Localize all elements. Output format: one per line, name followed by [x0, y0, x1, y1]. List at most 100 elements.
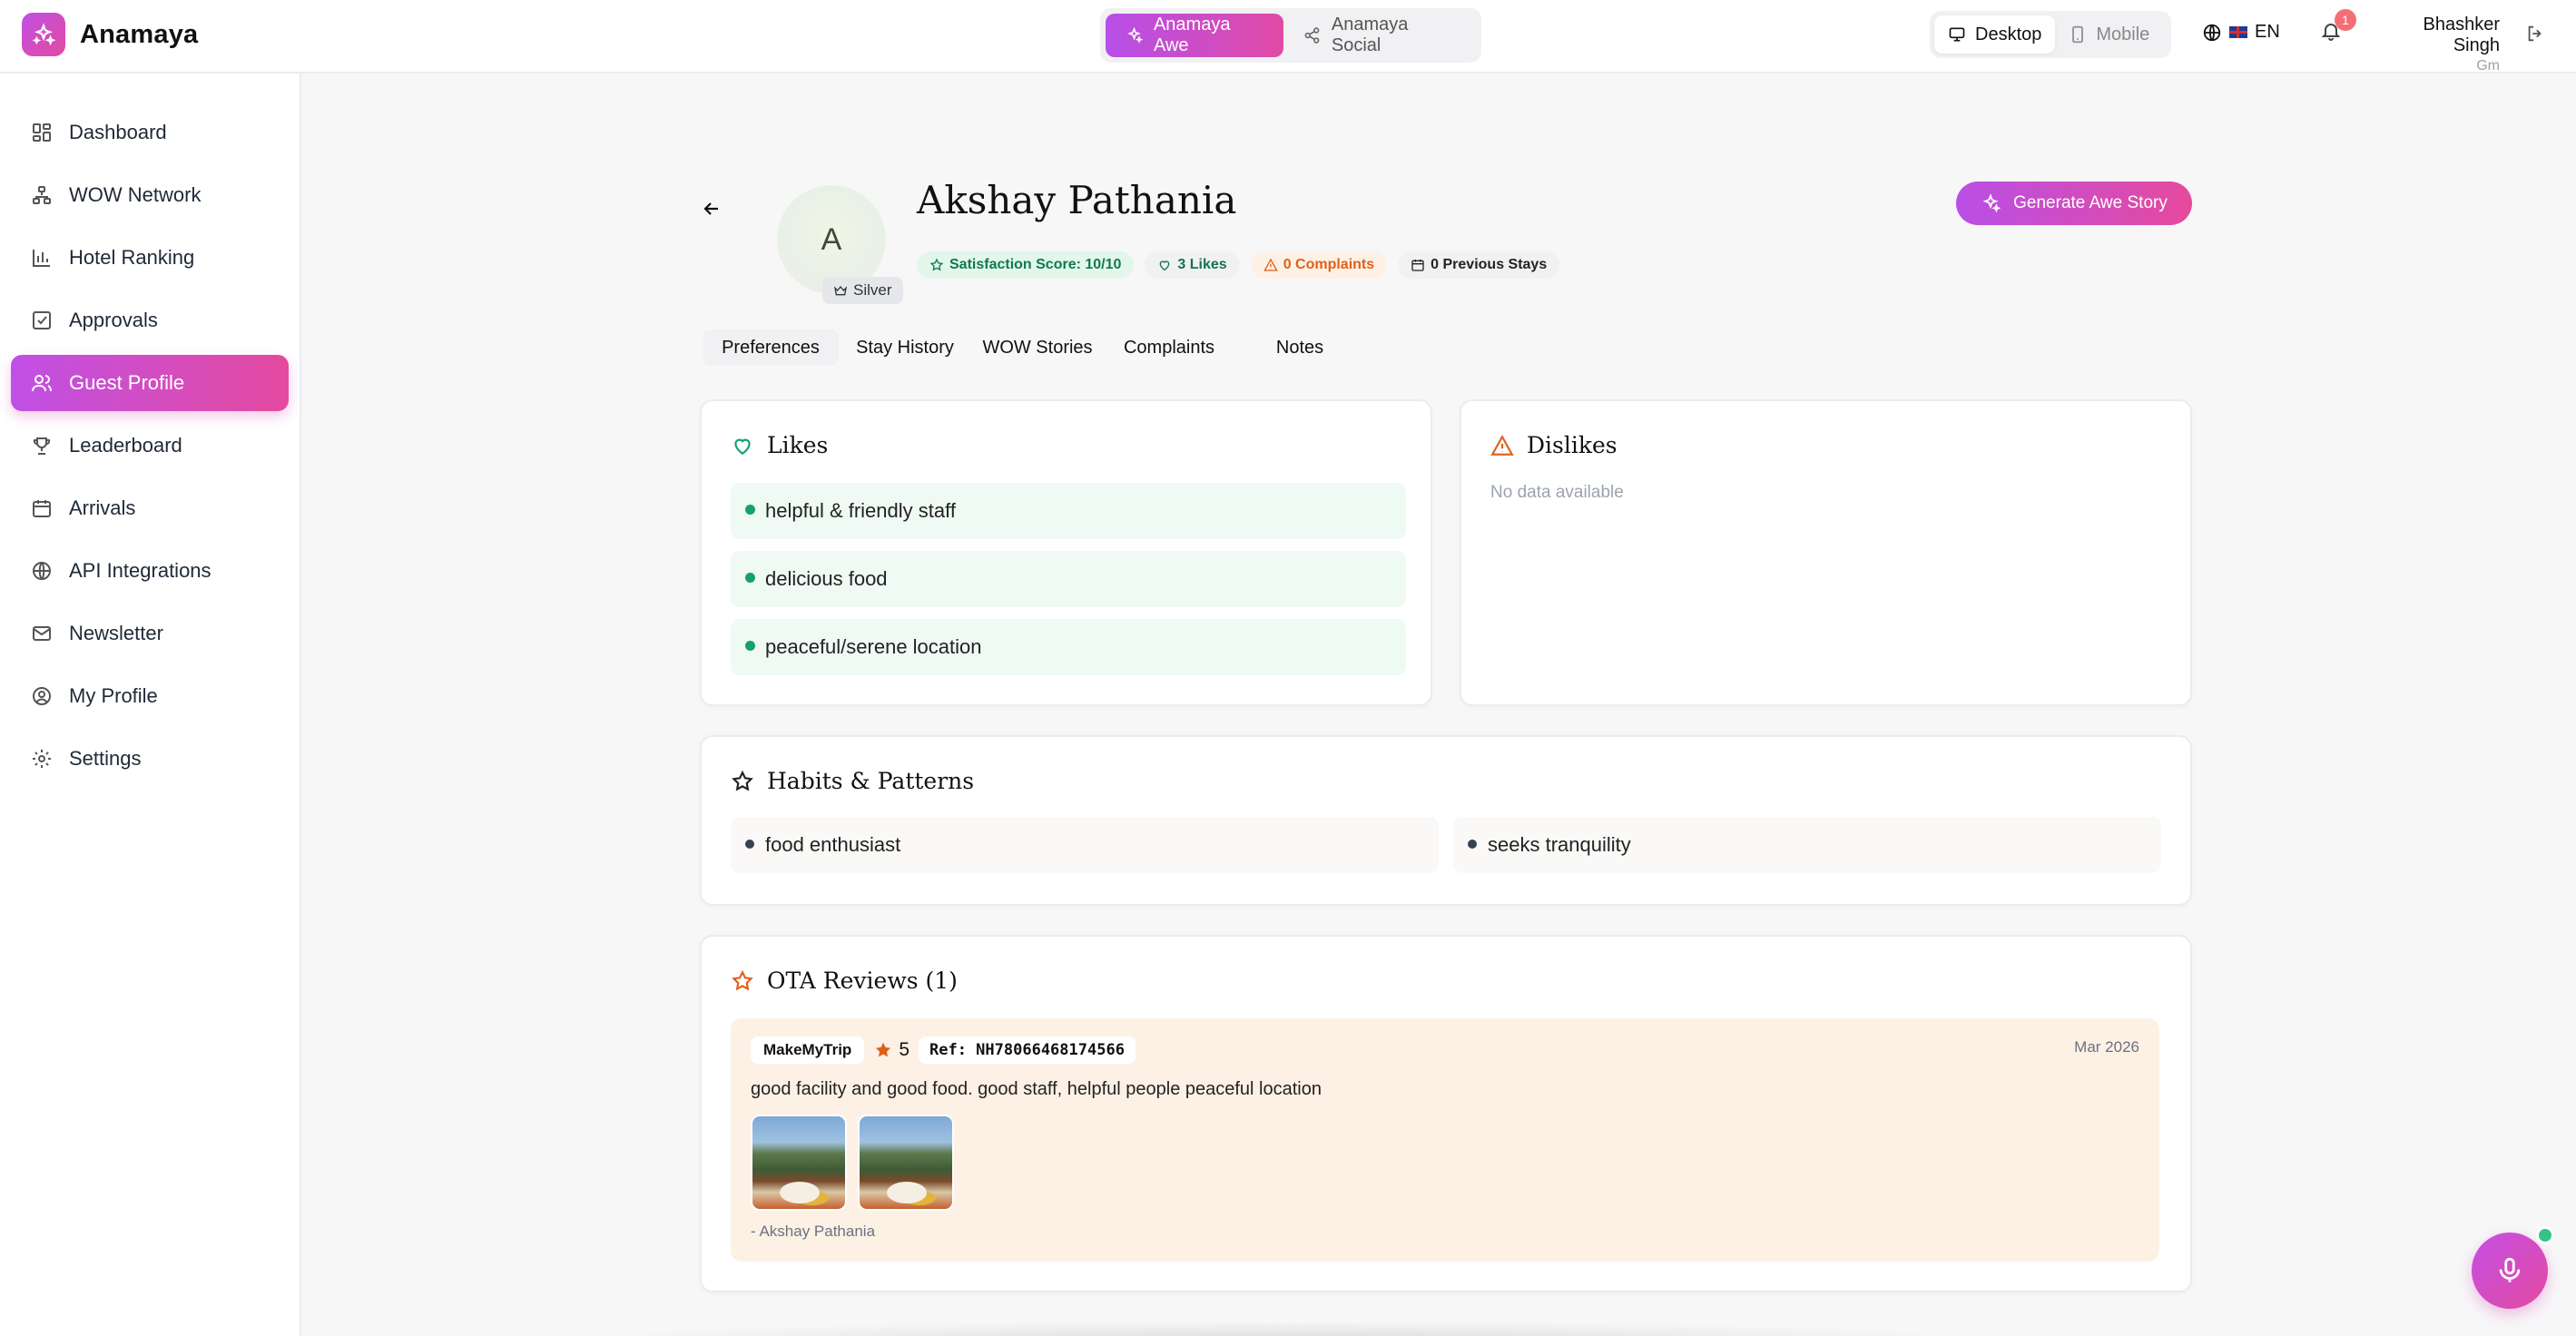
- sidebar-item-arrivals[interactable]: Arrivals: [11, 480, 289, 536]
- likes-title: Likes: [731, 432, 828, 458]
- uk-flag-icon: [2229, 26, 2247, 38]
- sidebar-item-label: Approvals: [69, 309, 158, 331]
- dislikes-card: Dislikes No data available: [1460, 399, 2192, 706]
- warning-icon: [1263, 258, 1278, 271]
- reviews-title: OTA Reviews (1): [731, 968, 958, 994]
- complaints-text: 0 Complaints: [1283, 257, 1375, 272]
- review-source: MakeMyTrip: [751, 1036, 865, 1064]
- review-item: MakeMyTrip 5 Ref: NH78066468174566 Mar 2…: [731, 1018, 2159, 1262]
- sidebar-item-settings[interactable]: Settings: [11, 731, 289, 787]
- list-item: seeks tranquility: [1453, 817, 2161, 873]
- bullet-dot: [745, 840, 754, 849]
- logout-icon[interactable]: [2525, 24, 2545, 48]
- sidebar-item-hotel-ranking[interactable]: Hotel Ranking: [11, 230, 289, 286]
- mode-anamaya-social-button[interactable]: Anamaya Social: [1283, 14, 1476, 57]
- voice-assistant-button[interactable]: [2472, 1233, 2548, 1309]
- review-header: MakeMyTrip 5 Ref: NH78066468174566: [751, 1036, 1136, 1064]
- sidebar-item-label: Settings: [69, 747, 142, 770]
- sidebar-item-label: API Integrations: [69, 559, 211, 582]
- globe-icon: [2203, 24, 2221, 41]
- language-selector[interactable]: EN: [2202, 22, 2280, 43]
- brand[interactable]: Anamaya: [22, 13, 198, 56]
- review-author: - Akshay Pathania: [751, 1223, 876, 1240]
- dislikes-title: Dislikes: [1490, 432, 1617, 458]
- heart-icon: [1160, 260, 1170, 271]
- top-header: Anamaya Anamaya Awe Anamaya Social Deskt…: [0, 0, 2576, 74]
- habit-text: food enthusiast: [765, 833, 901, 856]
- review-text: good facility and good food. good staff,…: [751, 1079, 1322, 1099]
- complaints-badge: 0 Complaints: [1250, 251, 1388, 279]
- review-photo-thumbnail[interactable]: [858, 1115, 954, 1211]
- list-item: helpful & friendly staff: [731, 483, 1406, 539]
- sidebar-item-my-profile[interactable]: My Profile: [11, 668, 289, 724]
- mail-icon: [33, 626, 51, 641]
- sidebar-item-label: Newsletter: [69, 622, 163, 644]
- dashboard-icon: [33, 123, 51, 142]
- generate-label: Generate Awe Story: [2013, 193, 2168, 212]
- ota-reviews-card: OTA Reviews (1) MakeMyTrip 5 Ref: NH7806…: [700, 935, 2192, 1292]
- stays-text: 0 Previous Stays: [1431, 257, 1548, 272]
- trophy-icon: [33, 437, 51, 455]
- tab-preferences[interactable]: Preferences: [703, 329, 839, 366]
- notification-badge: 1: [2335, 9, 2356, 31]
- calendar-icon: [1411, 260, 1424, 271]
- sidebar: Dashboard WOW Network Hotel Ranking Appr…: [0, 74, 301, 1336]
- user-name: Bhashker Singh: [2423, 15, 2501, 55]
- review-rating: 5: [873, 1039, 909, 1061]
- avatar-initial: A: [821, 221, 842, 257]
- device-desktop-button[interactable]: Desktop: [1934, 15, 2056, 54]
- list-item: peaceful/serene location: [731, 619, 1406, 675]
- user-menu[interactable]: Bhashker Singh Gm: [2373, 15, 2501, 74]
- sidebar-item-approvals[interactable]: Approvals: [11, 292, 289, 349]
- calendar-icon: [33, 500, 51, 517]
- tab-stay-history[interactable]: Stay History: [839, 329, 971, 366]
- sidebar-item-leaderboard[interactable]: Leaderboard: [11, 418, 289, 474]
- device-label: Mobile: [2096, 24, 2150, 44]
- mode-switch: Anamaya Awe Anamaya Social: [1100, 8, 1481, 63]
- bar-chart-icon: [33, 250, 50, 267]
- network-icon: [33, 186, 51, 204]
- warning-icon: [1490, 434, 1514, 456]
- sidebar-item-guest-profile[interactable]: Guest Profile: [11, 355, 289, 411]
- stays-badge: 0 Previous Stays: [1398, 251, 1560, 279]
- tier-label: Silver: [853, 281, 892, 299]
- sidebar-item-label: My Profile: [69, 684, 158, 707]
- device-label: Desktop: [1975, 24, 2042, 44]
- sidebar-item-newsletter[interactable]: Newsletter: [11, 605, 289, 662]
- mode-anamaya-awe-button[interactable]: Anamaya Awe: [1106, 14, 1283, 57]
- list-item: food enthusiast: [731, 817, 1439, 873]
- star-icon: [732, 969, 753, 991]
- rating-value: 5: [899, 1039, 909, 1060]
- tier-badge: Silver: [822, 277, 903, 304]
- satisfaction-badge: Satisfaction Score: 10/10: [917, 251, 1135, 279]
- sparkles-icon: [22, 13, 65, 56]
- like-text: peaceful/serene location: [765, 635, 982, 658]
- review-photo-thumbnail[interactable]: [751, 1115, 847, 1211]
- bullet-dot: [745, 573, 755, 583]
- sidebar-item-wow-network[interactable]: WOW Network: [11, 167, 289, 223]
- heart-icon: [734, 438, 751, 455]
- tab-complaints[interactable]: Complaints: [1104, 329, 1234, 366]
- like-text: delicious food: [765, 567, 888, 590]
- monitor-icon: [1949, 27, 1965, 42]
- crown-icon: [833, 285, 848, 296]
- gear-icon: [33, 750, 51, 768]
- device-mobile-button[interactable]: Mobile: [2055, 15, 2163, 54]
- globe-icon: [33, 562, 51, 580]
- sidebar-item-label: Guest Profile: [69, 371, 185, 394]
- likes-title-text: Likes: [767, 432, 829, 458]
- sidebar-item-api-integrations[interactable]: API Integrations: [11, 543, 289, 599]
- back-arrow-icon[interactable]: [701, 198, 723, 224]
- list-item: delicious food: [731, 551, 1406, 607]
- language-code: EN: [2255, 22, 2280, 42]
- tab-notes[interactable]: Notes: [1234, 329, 1365, 366]
- mode-label: Anamaya Social: [1331, 15, 1409, 55]
- tab-wow-stories[interactable]: WOW Stories: [971, 329, 1104, 366]
- sidebar-item-dashboard[interactable]: Dashboard: [11, 104, 289, 161]
- habits-title-text: Habits & Patterns: [767, 768, 975, 794]
- bullet-dot: [745, 641, 755, 651]
- generate-awe-story-button[interactable]: Generate Awe Story: [1956, 182, 2192, 225]
- sparkles-icon: [1982, 193, 2001, 213]
- bullet-dot: [1468, 840, 1477, 849]
- star-filled-icon: [876, 1042, 891, 1057]
